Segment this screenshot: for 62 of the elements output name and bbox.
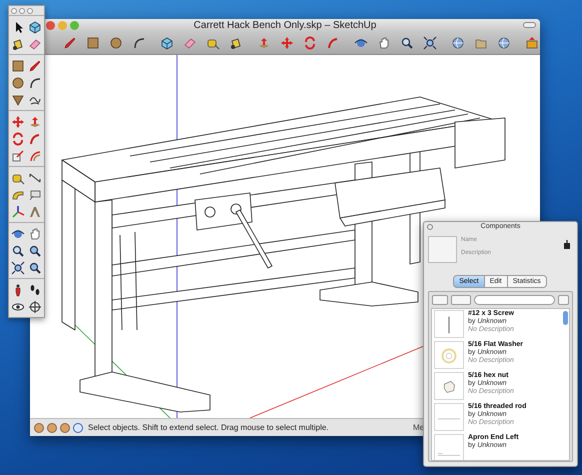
hand-icon[interactable] <box>377 36 391 50</box>
status-message: Select objects. Shift to extend select. Drag mouse to select multiple. <box>88 422 330 434</box>
arc-icon[interactable] <box>28 76 42 90</box>
view-options-button[interactable] <box>432 295 448 305</box>
four-arrows-icon[interactable] <box>280 36 294 50</box>
washer-thumbnail <box>434 341 464 369</box>
magnifier-icon[interactable] <box>10 244 25 258</box>
square-icon[interactable] <box>10 58 25 72</box>
details-button[interactable] <box>558 295 569 305</box>
palette-minimize-button[interactable] <box>19 8 25 14</box>
zoom-extents-icon[interactable] <box>10 260 25 274</box>
letter-a-icon[interactable] <box>28 204 42 218</box>
circle-icon[interactable] <box>10 76 25 90</box>
home-dropdown-button[interactable] <box>451 295 471 305</box>
paint-bucket-icon[interactable] <box>10 36 25 50</box>
four-arrows-icon[interactable] <box>10 114 25 128</box>
toolbar-toggle-button[interactable] <box>523 22 536 28</box>
nut-thumbnail <box>434 372 464 400</box>
rotate-arrows-icon[interactable] <box>303 36 317 50</box>
zoom-window-icon[interactable] <box>28 244 42 258</box>
scale-icon[interactable] <box>10 148 25 162</box>
hand-icon[interactable] <box>28 226 42 240</box>
rod-thumbnail <box>434 403 464 431</box>
arc-icon[interactable] <box>132 36 146 50</box>
pencil-icon[interactable] <box>28 58 42 72</box>
globe-icon[interactable] <box>497 36 511 50</box>
cube-icon[interactable] <box>160 36 174 50</box>
download-icon[interactable] <box>563 240 571 249</box>
square-icon[interactable] <box>86 36 100 50</box>
circle-icon[interactable] <box>109 36 123 50</box>
zoom-extents-icon[interactable] <box>423 36 437 50</box>
offset-icon[interactable] <box>28 148 42 162</box>
pencil-icon[interactable] <box>63 36 77 50</box>
push-pull-icon[interactable] <box>257 36 271 50</box>
window-title: Carrett Hack Bench Only.skp – SketchUp <box>194 20 376 30</box>
footprints-icon[interactable] <box>28 282 42 296</box>
push-pull-icon[interactable] <box>28 114 42 128</box>
cube-icon[interactable] <box>28 20 42 34</box>
window-close-button[interactable] <box>46 21 55 30</box>
globe-icon[interactable] <box>451 36 465 50</box>
palette-zoom-button[interactable] <box>27 8 33 14</box>
zoom-previous-icon[interactable] <box>28 260 42 274</box>
panel-close-button[interactable] <box>427 224 433 230</box>
orbit-icon[interactable] <box>354 36 368 50</box>
package-icon[interactable] <box>525 36 539 50</box>
axes-icon[interactable] <box>10 204 25 218</box>
end-vise <box>454 118 506 168</box>
eraser-icon[interactable] <box>183 36 197 50</box>
component-preview <box>428 236 457 263</box>
text-label-icon[interactable] <box>28 188 42 202</box>
palette-close-button[interactable] <box>11 8 17 14</box>
triangle-icon[interactable] <box>10 92 25 106</box>
help-icon[interactable] <box>73 422 83 432</box>
measurements-label: Me <box>413 422 424 434</box>
eraser-icon[interactable] <box>28 36 42 50</box>
section-plane-icon[interactable] <box>28 300 42 314</box>
dimension-icon[interactable] <box>28 170 42 184</box>
search-field[interactable] <box>474 295 555 305</box>
paint-bucket-icon[interactable] <box>229 36 243 50</box>
rotate-arrows-icon[interactable] <box>10 132 25 146</box>
scrollbar-thumb[interactable] <box>563 311 568 325</box>
magnifier-icon[interactable] <box>400 36 414 50</box>
